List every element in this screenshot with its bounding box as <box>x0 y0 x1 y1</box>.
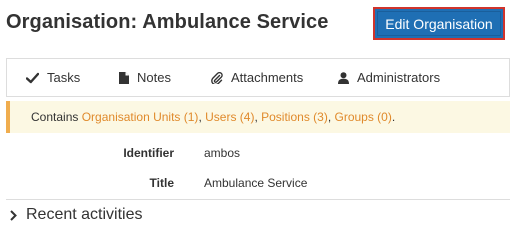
identifier-label: Identifier <box>123 146 174 160</box>
tab-notes[interactable]: Notes <box>119 59 171 96</box>
page-title: Organisation: Ambulance Service <box>6 11 329 33</box>
contains-summary: Contains Organisation Units (1), Users (… <box>6 101 510 133</box>
detail-row-title: Title Ambulance Service <box>6 173 510 193</box>
tab-tasks[interactable]: Tasks <box>26 59 80 96</box>
title-value: Ambulance Service <box>204 176 308 190</box>
tab-attachments-label: Attachments <box>231 70 304 85</box>
contains-prefix: Contains <box>31 110 79 124</box>
detail-row-identifier: Identifier ambos <box>6 143 510 163</box>
file-icon <box>119 71 129 84</box>
organisation-units-link[interactable]: Organisation Units (1) <box>82 110 199 124</box>
positions-link[interactable]: Positions (3) <box>261 110 328 124</box>
groups-link[interactable]: Groups (0) <box>335 110 392 124</box>
details-panel: Identifier ambos Title Ambulance Service <box>6 139 510 200</box>
users-link[interactable]: Users (4) <box>205 110 254 124</box>
check-icon <box>26 72 39 83</box>
edit-organisation-label: Edit Organisation <box>377 11 501 36</box>
tab-administrators-label: Administrators <box>357 70 441 85</box>
recent-activities-label: Recent activities <box>26 206 143 223</box>
tab-administrators[interactable]: Administrators <box>338 59 440 96</box>
tab-tasks-label: Tasks <box>47 70 81 85</box>
title-label: Title <box>149 176 174 190</box>
tab-notes-label: Notes <box>137 70 171 85</box>
edit-organisation-button[interactable]: Edit Organisation <box>373 7 505 40</box>
tab-bar: Tasks Notes Attachments Administrators <box>6 58 510 97</box>
paperclip-icon <box>211 71 223 84</box>
identifier-value: ambos <box>204 146 241 160</box>
user-icon <box>338 71 349 84</box>
recent-activities-toggle[interactable]: Recent activities <box>10 206 143 224</box>
tab-attachments[interactable]: Attachments <box>211 59 303 96</box>
chevron-right-icon <box>10 209 17 221</box>
